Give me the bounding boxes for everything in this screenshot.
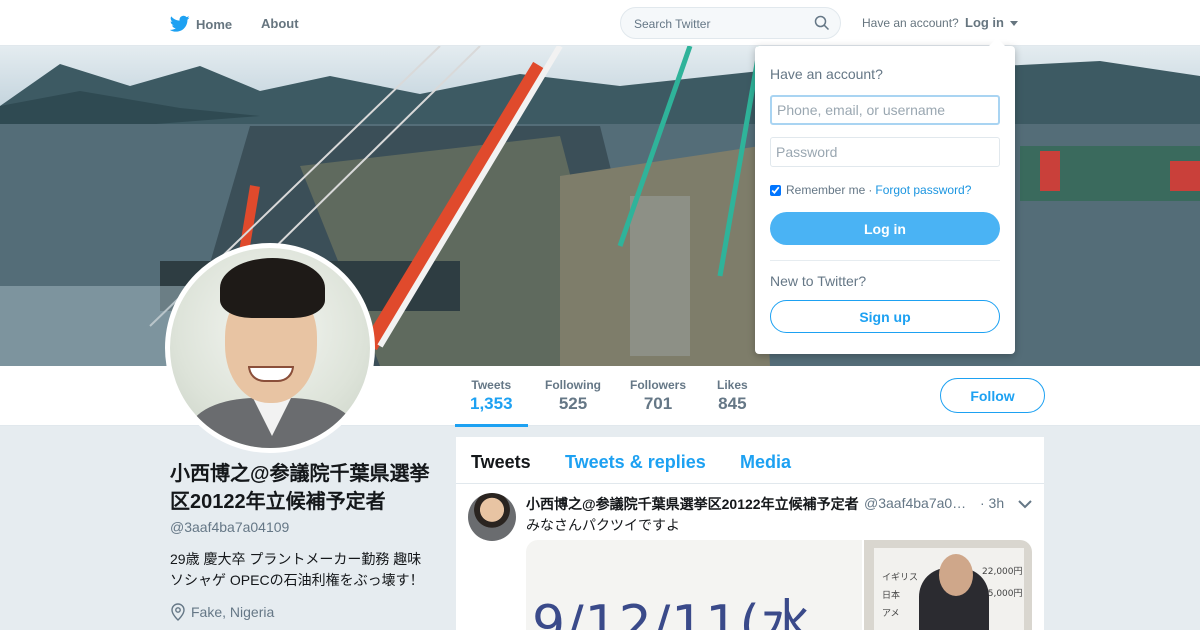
stat-followers[interactable]: Followers 701 xyxy=(630,378,686,414)
login-dropdown: Have an account? Remember me · Forgot pa… xyxy=(755,38,1015,354)
whiteboard-note: イギリス xyxy=(882,573,919,583)
login-dropdown-title: Have an account? xyxy=(770,66,883,82)
stat-following-value: 525 xyxy=(558,394,588,413)
stat-tweets-label: Tweets xyxy=(471,378,512,392)
profile-name[interactable]: 小西博之@参議院千葉県選挙区20122年立候補予定者 xyxy=(170,460,440,516)
whiteboard-note: 22,000円 xyxy=(982,567,1023,577)
tab-tweets-and-replies[interactable]: Tweets & replies xyxy=(565,452,706,473)
caret-down-icon xyxy=(1009,21,1018,27)
avatar-hair xyxy=(220,258,325,318)
login-dropdown-toggle[interactable]: Log in xyxy=(965,15,1018,30)
tab-media[interactable]: Media xyxy=(740,452,791,473)
remember-me-label[interactable]: Remember me xyxy=(786,183,865,197)
chevron-down-icon[interactable] xyxy=(1018,500,1032,509)
search-input[interactable]: Search Twitter xyxy=(620,7,841,39)
follow-button[interactable]: Follow xyxy=(940,378,1045,413)
username-field[interactable] xyxy=(770,95,1000,125)
twitter-bird-icon xyxy=(170,15,190,32)
tweet-author-name[interactable]: 小西博之@参議院千葉県選挙区20122年立候補予定者 xyxy=(526,494,859,514)
login-toggle-label: Log in xyxy=(965,15,1004,30)
profile-location: Fake, Nigeria xyxy=(170,603,274,621)
nav-home-link[interactable]: Home xyxy=(170,13,232,35)
stat-tweets-value: 1,353 xyxy=(470,394,513,413)
profile-location-text: Fake, Nigeria xyxy=(191,604,275,620)
timeline: Tweets Tweets & replies Media 小西博之@参議院千葉… xyxy=(456,437,1044,630)
top-navigation: Home About Search Twitter Have an accoun… xyxy=(0,0,1200,46)
forgot-password-link[interactable]: Forgot password? xyxy=(875,183,971,197)
tweet-text: みなさんパクツイですよ xyxy=(526,517,680,533)
search-placeholder: Search Twitter xyxy=(634,17,711,31)
signup-button[interactable]: Sign up xyxy=(770,300,1000,333)
tweet-media-1-text: 9/12/11(水 xyxy=(532,595,814,630)
tweet-media-image-1[interactable]: 9/12/11(水 xyxy=(526,540,862,630)
profile-bio: 29歳 慶大卒 プラントメーカー勤務 趣味ソシャゲ OPECの石油利権をぶっ壊す… xyxy=(170,551,424,588)
tweet-avatar[interactable] xyxy=(468,493,516,541)
tweet-media-image-2[interactable]: イギリス 日本 アメ 22,000円 25,000円 xyxy=(864,540,1032,630)
tweet-timestamp[interactable]: · 3h xyxy=(980,495,1004,511)
timeline-tabs: Tweets Tweets & replies Media xyxy=(456,437,1044,484)
password-field[interactable] xyxy=(770,137,1000,167)
have-account-text: Have an account? xyxy=(862,16,959,30)
stat-followers-label: Followers xyxy=(630,378,687,392)
search-icon[interactable] xyxy=(814,15,830,31)
stat-likes[interactable]: Likes 845 xyxy=(717,378,748,414)
media-person-head xyxy=(939,554,973,596)
remember-me-checkbox[interactable] xyxy=(770,184,781,196)
location-pin-icon xyxy=(171,603,185,621)
tweet-author-handle[interactable]: @3aaf4ba7a0… xyxy=(864,495,966,511)
tab-tweets[interactable]: Tweets xyxy=(471,452,531,473)
tweet-item[interactable]: 小西博之@参議院千葉県選挙区20122年立候補予定者 @3aaf4ba7a0… … xyxy=(456,484,1044,630)
whiteboard-note: 日本 xyxy=(882,591,901,601)
stat-tweets[interactable]: Tweets 1,353 xyxy=(455,378,527,427)
profile-handle[interactable]: @3aaf4ba7a04109 xyxy=(170,519,289,535)
whiteboard-note: アメ xyxy=(882,609,900,619)
nav-home-label: Home xyxy=(196,16,233,32)
stat-following[interactable]: Following 525 xyxy=(545,378,601,414)
remember-separator: · xyxy=(868,183,873,197)
nav-about-link[interactable]: About xyxy=(261,16,299,31)
stat-followers-value: 701 xyxy=(643,394,673,413)
stat-following-label: Following xyxy=(545,378,601,392)
dropdown-divider xyxy=(770,260,1000,261)
profile-avatar[interactable] xyxy=(165,243,375,453)
new-to-twitter-text: New to Twitter? xyxy=(770,273,867,289)
stat-likes-value: 845 xyxy=(718,394,747,413)
login-button[interactable]: Log in xyxy=(770,212,1000,245)
remember-me-row: Remember me · Forgot password? xyxy=(770,183,971,197)
stat-likes-label: Likes xyxy=(717,378,748,392)
